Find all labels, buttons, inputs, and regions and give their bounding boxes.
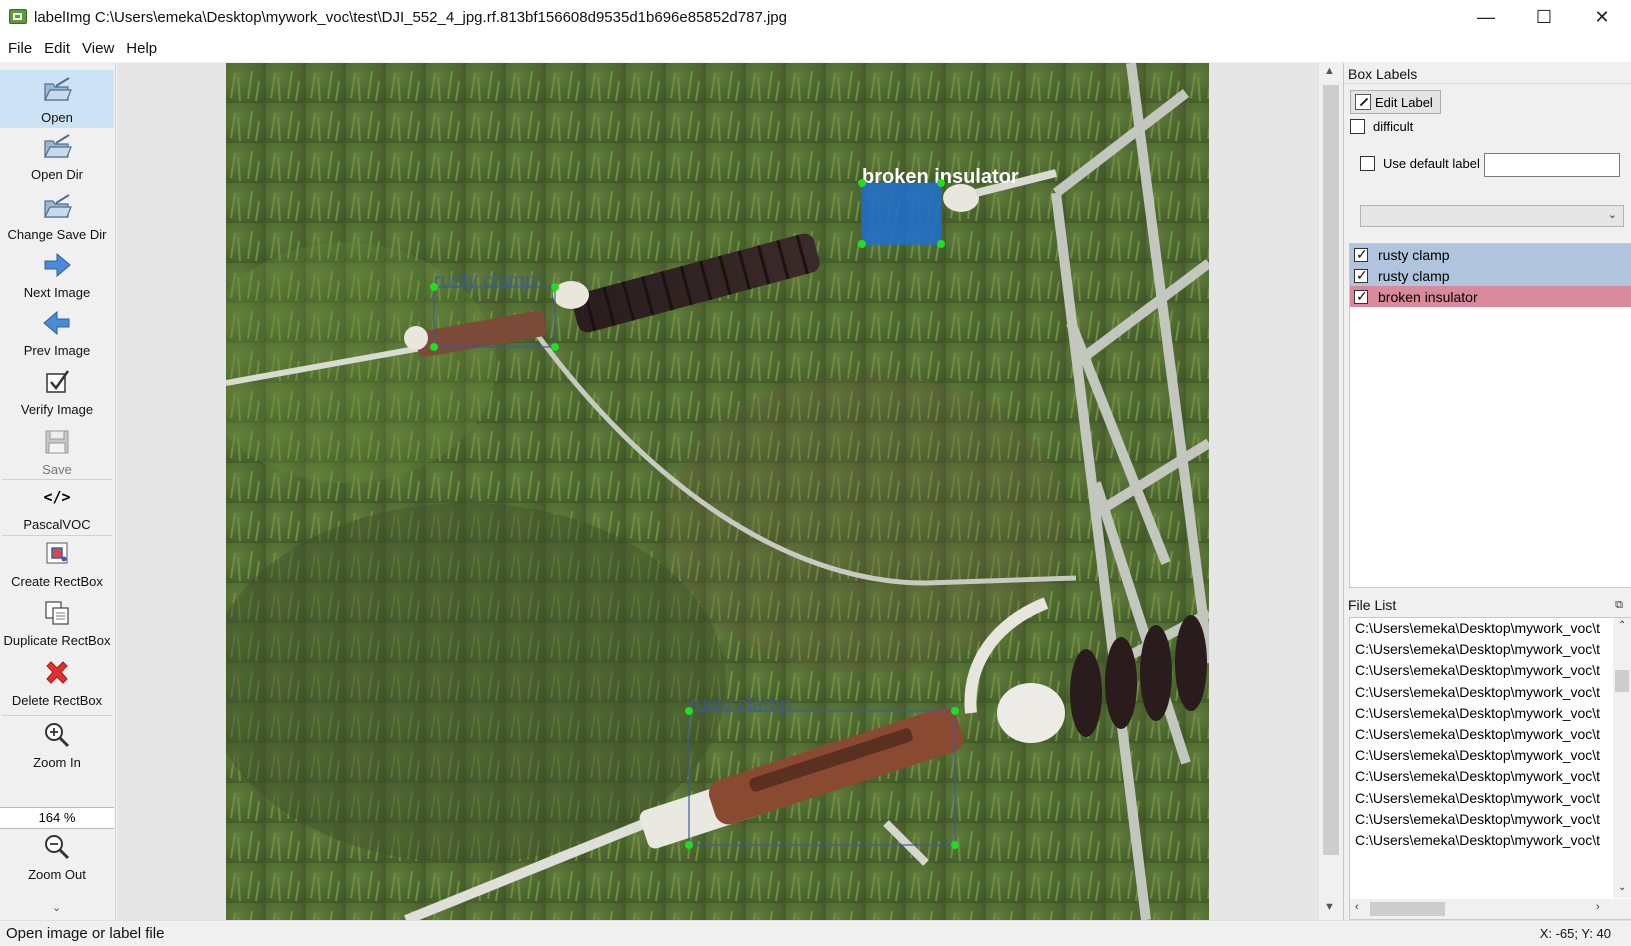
undock-icon[interactable]: ⧉ bbox=[1615, 599, 1623, 612]
menu-help[interactable]: Help bbox=[121, 40, 162, 57]
checkbox-icon bbox=[41, 366, 73, 398]
scroll-up-icon[interactable]: ▲ bbox=[1324, 65, 1335, 77]
use-default-label-checkbox[interactable] bbox=[1360, 156, 1375, 171]
draw-rect-icon bbox=[41, 538, 73, 570]
menu-edit[interactable]: Edit bbox=[39, 40, 75, 57]
file-list-item[interactable]: C:\Users\emeka\Desktop\mywork_voc\t bbox=[1350, 745, 1608, 766]
canvas-vertical-scrollbar[interactable]: ▲ ▼ bbox=[1318, 63, 1343, 920]
scroll-right-icon[interactable]: › bbox=[1596, 901, 1600, 913]
verify-image-button[interactable]: Verify Image bbox=[0, 366, 114, 424]
label-visible-checkbox[interactable] bbox=[1354, 267, 1368, 284]
scroll-left-icon[interactable]: ‹ bbox=[1355, 901, 1359, 913]
minimize-button[interactable]: — bbox=[1457, 0, 1515, 34]
create-rectbox-button[interactable]: Create RectBox bbox=[0, 538, 114, 596]
photo[interactable]: rusty clamp broken insulator rusty clamp bbox=[226, 63, 1209, 920]
maximize-button[interactable]: ☐ bbox=[1515, 0, 1573, 34]
scrollbar-thumb[interactable] bbox=[1323, 85, 1339, 855]
app-icon bbox=[8, 7, 28, 27]
zoom-out-button[interactable]: Zoom Out bbox=[0, 831, 114, 889]
label-list-item[interactable]: broken insulator bbox=[1350, 286, 1631, 307]
save-button[interactable]: Save bbox=[0, 426, 114, 484]
open-dir-button[interactable]: Open Dir bbox=[0, 131, 114, 187]
next-image-button[interactable]: Next Image bbox=[0, 249, 114, 305]
file-list-item[interactable]: C:\Users\emeka\Desktop\mywork_voc\t bbox=[1350, 809, 1608, 830]
toolbar-separator bbox=[2, 715, 112, 716]
scrollbar-thumb[interactable] bbox=[1615, 670, 1629, 692]
close-button[interactable]: ✕ bbox=[1573, 0, 1631, 34]
folder-open-icon bbox=[41, 131, 73, 163]
zoom-out-icon bbox=[41, 831, 73, 863]
arrow-left-icon bbox=[41, 307, 73, 339]
edit-pencil-icon bbox=[1355, 94, 1371, 110]
zoom-in-button[interactable]: Zoom In bbox=[0, 719, 114, 775]
zoom-in-icon bbox=[41, 719, 73, 751]
file-list-title: File List bbox=[1348, 597, 1397, 613]
floppy-disk-icon bbox=[41, 426, 73, 458]
box-labels-title: Box Labels bbox=[1348, 66, 1418, 82]
cursor-coordinates: X: -65; Y: 40 bbox=[1539, 926, 1611, 941]
difficult-checkbox-row[interactable]: difficult bbox=[1350, 119, 1413, 134]
delete-x-icon bbox=[41, 657, 73, 689]
image-canvas[interactable]: rusty clamp broken insulator rusty clamp bbox=[117, 63, 1318, 920]
canvas-svg: rusty clamp broken insulator rusty clamp bbox=[226, 63, 1209, 920]
file-list-vertical-scrollbar[interactable]: ⌃ ⌄ bbox=[1613, 618, 1631, 898]
change-save-dir-button[interactable]: Change Save Dir bbox=[0, 191, 114, 247]
label-list-item[interactable]: rusty clamp bbox=[1350, 244, 1631, 265]
label-visible-checkbox[interactable] bbox=[1354, 246, 1368, 263]
label-list-item[interactable]: rusty clamp bbox=[1350, 265, 1631, 286]
file-list-item[interactable]: C:\Users\emeka\Desktop\mywork_voc\t bbox=[1350, 724, 1608, 745]
menu-view[interactable]: View bbox=[77, 40, 119, 57]
delete-rectbox-button[interactable]: Delete RectBox bbox=[0, 657, 114, 717]
menu-file[interactable]: File bbox=[3, 40, 37, 57]
format-toggle-button[interactable]: </> PascalVOC bbox=[0, 481, 114, 539]
toolbar-separator bbox=[2, 479, 112, 480]
default-label-input[interactable] bbox=[1484, 153, 1620, 177]
file-list-item[interactable]: C:\Users\emeka\Desktop\mywork_voc\t bbox=[1350, 830, 1608, 851]
file-list[interactable]: C:\Users\emeka\Desktop\mywork_voc\t C:\U… bbox=[1349, 617, 1631, 920]
scroll-down-icon[interactable]: ▼ bbox=[1324, 901, 1335, 913]
toolbar-separator bbox=[2, 535, 112, 536]
label-visible-checkbox[interactable] bbox=[1354, 288, 1368, 305]
status-message: Open image or label file bbox=[6, 925, 165, 942]
file-list-item[interactable]: C:\Users\emeka\Desktop\mywork_voc\t bbox=[1350, 788, 1608, 809]
title-bar: labelImg C:\Users\emeka\Desktop\mywork_v… bbox=[0, 0, 1631, 34]
scrollbar-thumb[interactable] bbox=[1370, 902, 1445, 916]
box-label-list[interactable]: rusty clamp rusty clamp broken insulator bbox=[1349, 243, 1631, 588]
scroll-up-icon[interactable]: ⌃ bbox=[1618, 620, 1626, 631]
prev-image-button[interactable]: Prev Image bbox=[0, 307, 114, 363]
chevron-down-icon: ⌄ bbox=[1607, 209, 1617, 221]
code-icon: </> bbox=[43, 488, 71, 506]
arrow-right-icon bbox=[41, 249, 73, 281]
duplicate-rectbox-button[interactable]: Duplicate RectBox bbox=[0, 597, 114, 655]
file-list-item[interactable]: C:\Users\emeka\Desktop\mywork_voc\t bbox=[1350, 618, 1608, 639]
edit-label-button[interactable]: Edit Label bbox=[1350, 90, 1441, 114]
window-title: labelImg C:\Users\emeka\Desktop\mywork_v… bbox=[34, 8, 787, 26]
svg-text:rusty clamp: rusty clamp bbox=[434, 270, 536, 292]
folder-open-icon bbox=[41, 74, 73, 106]
label-combobox[interactable]: ⌄ bbox=[1360, 205, 1624, 227]
copy-icon bbox=[41, 597, 73, 629]
menu-bar: File Edit View Help bbox=[0, 34, 1631, 62]
status-bar: Open image or label file X: -65; Y: 40 bbox=[0, 920, 1631, 946]
dock-divider bbox=[1344, 83, 1631, 84]
scroll-down-icon[interactable]: ⌄ bbox=[1618, 882, 1626, 893]
open-button[interactable]: Open bbox=[0, 70, 114, 128]
right-dock: Box Labels Edit Label difficult Use defa… bbox=[1343, 63, 1631, 920]
difficult-checkbox[interactable] bbox=[1350, 119, 1365, 134]
folder-open-icon bbox=[41, 191, 73, 223]
file-list-horizontal-scrollbar[interactable]: ‹ › bbox=[1350, 899, 1631, 919]
file-list-item[interactable]: C:\Users\emeka\Desktop\mywork_voc\t bbox=[1350, 703, 1608, 724]
file-list-item[interactable]: C:\Users\emeka\Desktop\mywork_voc\t bbox=[1350, 660, 1608, 681]
toolbar-overflow-icon[interactable]: ⌄ bbox=[52, 901, 61, 914]
use-default-label-row[interactable]: Use default label bbox=[1360, 156, 1480, 171]
zoom-value-field[interactable]: 164 % bbox=[0, 807, 114, 829]
window-controls: — ☐ ✕ bbox=[1457, 0, 1631, 34]
tool-bar: Open Open Dir Change Save Dir Next Image… bbox=[0, 63, 116, 920]
file-list-item[interactable]: C:\Users\emeka\Desktop\mywork_voc\t bbox=[1350, 639, 1608, 660]
file-list-item[interactable]: C:\Users\emeka\Desktop\mywork_voc\t bbox=[1350, 766, 1608, 787]
file-list-item[interactable]: C:\Users\emeka\Desktop\mywork_voc\t bbox=[1350, 682, 1608, 703]
svg-text:rusty clamp: rusty clamp bbox=[689, 694, 791, 716]
